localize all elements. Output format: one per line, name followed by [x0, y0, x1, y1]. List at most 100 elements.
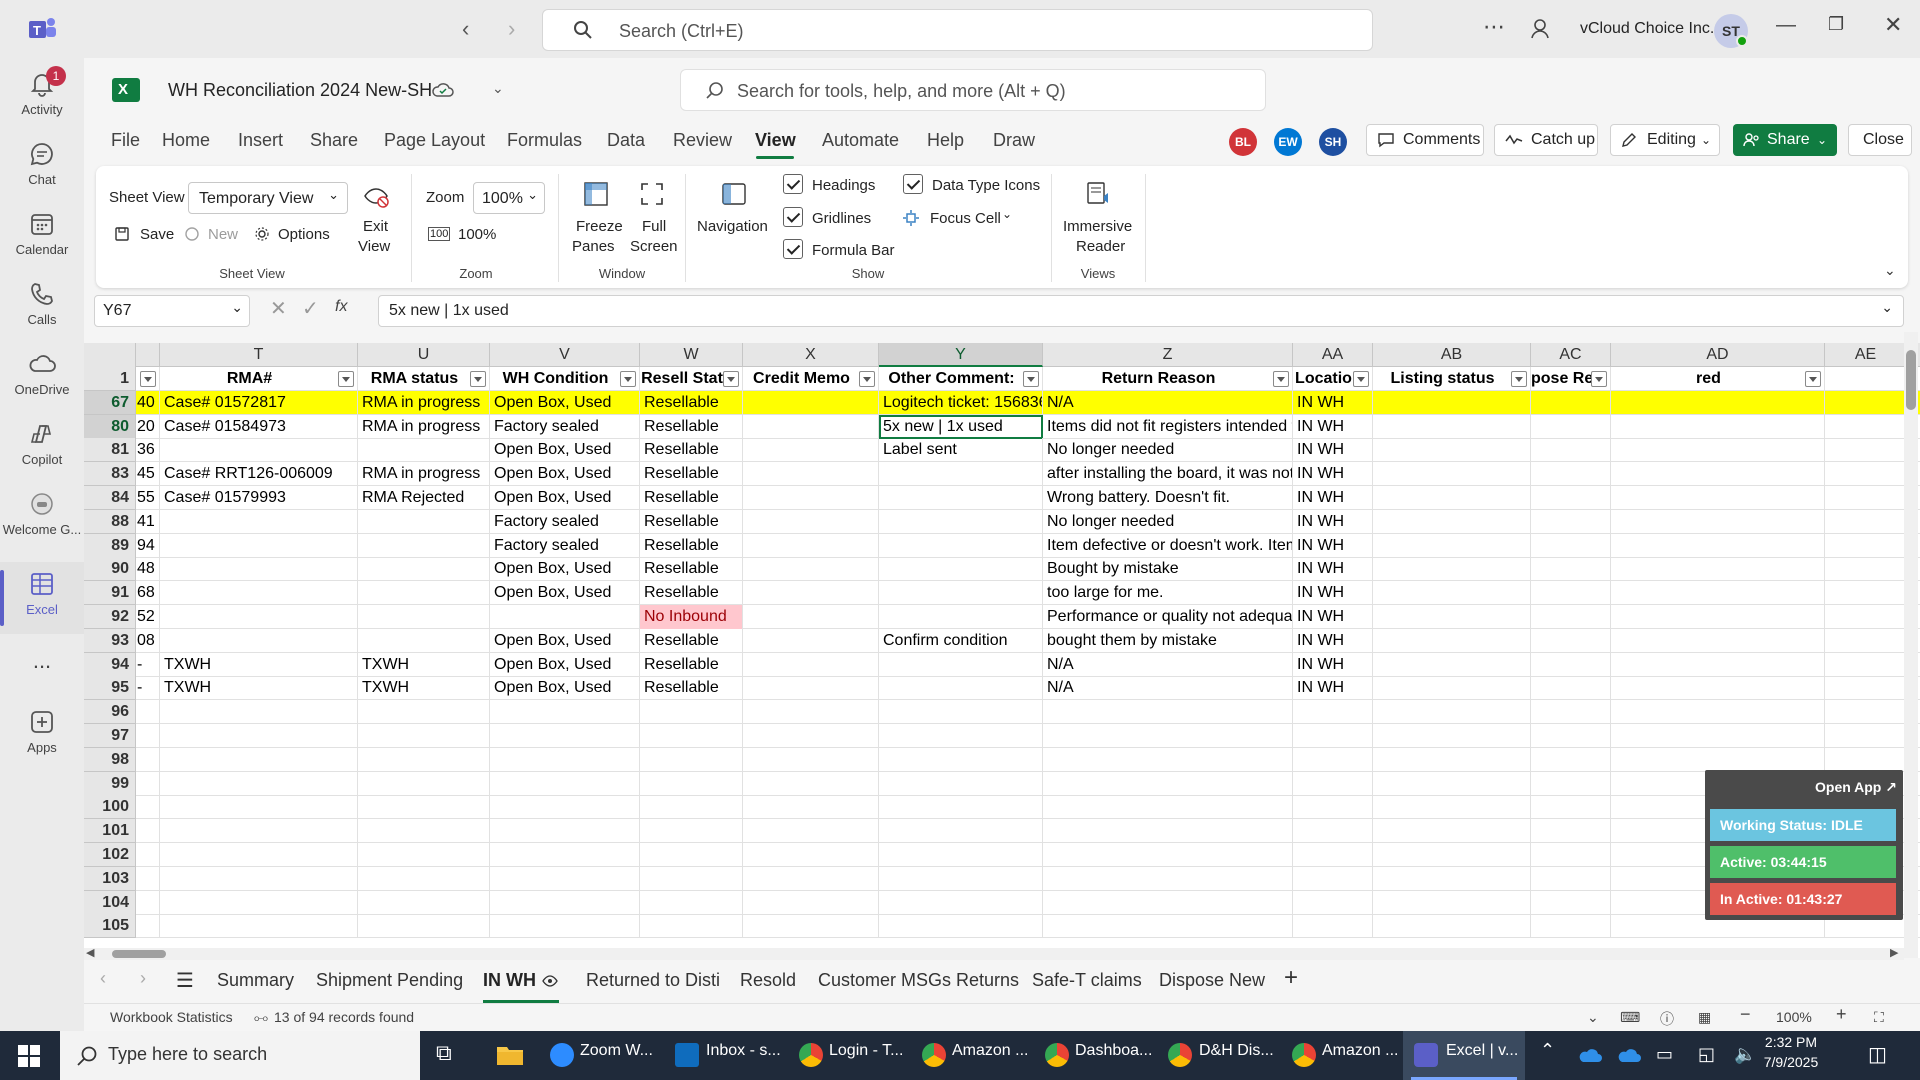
table-cell[interactable] [358, 533, 490, 558]
table-cell[interactable] [1373, 390, 1531, 415]
table-cell[interactable] [1611, 676, 1825, 701]
cancel-edit-icon[interactable]: ✕ [270, 296, 287, 321]
rail-more-apps[interactable]: ... [0, 648, 84, 674]
table-cell[interactable]: Case# RRT126-006009 [160, 462, 358, 487]
table-cell[interactable]: Open Box, Used [490, 390, 640, 415]
row-header-67[interactable]: 67 [84, 390, 136, 415]
rail-chat[interactable]: Chat [0, 140, 84, 187]
table-cell[interactable] [1531, 438, 1611, 463]
table-cell[interactable] [1825, 486, 1907, 510]
table-cell[interactable]: No longer needed [1043, 509, 1293, 534]
tab-share[interactable]: Share [310, 130, 358, 151]
table-cell[interactable] [1531, 533, 1611, 558]
rail-calls[interactable]: Calls [0, 280, 84, 327]
table-cell[interactable] [743, 843, 879, 867]
table-cell[interactable] [1825, 581, 1907, 606]
table-cell[interactable] [1293, 724, 1373, 748]
table-cell[interactable] [1373, 795, 1531, 820]
column-header-z[interactable]: Z [1043, 343, 1293, 367]
table-cell[interactable] [1531, 843, 1611, 867]
row-header-103[interactable]: 103 [84, 866, 136, 891]
table-cell[interactable]: IN WH [1293, 533, 1373, 558]
table-cell[interactable] [1043, 747, 1293, 772]
table-cell[interactable] [1611, 390, 1825, 415]
table-cell[interactable] [1825, 414, 1907, 439]
table-header-cell[interactable]: WH Condition [490, 367, 640, 391]
table-cell[interactable] [358, 581, 490, 606]
table-cell[interactable] [879, 914, 1043, 939]
table-cell[interactable] [1373, 676, 1531, 701]
filter-dropdown-button[interactable] [1023, 371, 1039, 387]
table-cell[interactable] [640, 747, 743, 772]
table-cell[interactable] [743, 486, 879, 510]
table-cell[interactable] [1611, 628, 1825, 653]
row-header-100[interactable]: 100 [84, 795, 136, 820]
table-cell[interactable] [1373, 557, 1531, 582]
row-header-1[interactable]: 1 [84, 367, 136, 391]
name-box[interactable]: Y67 ⌄ [94, 295, 250, 327]
table-cell[interactable] [1293, 843, 1373, 867]
taskbar-clock-time[interactable]: 2:32 PM [1746, 1034, 1836, 1050]
tab-review[interactable]: Review [673, 130, 732, 151]
table-cell[interactable] [1531, 914, 1611, 939]
table-cell[interactable] [490, 771, 640, 796]
table-cell[interactable]: IN WH [1293, 676, 1373, 701]
table-cell[interactable] [1373, 533, 1531, 558]
table-cell[interactable] [1825, 628, 1907, 653]
table-cell[interactable]: Factory sealed [490, 533, 640, 558]
table-cell[interactable] [1293, 819, 1373, 844]
navigation-button[interactable]: Navigation [694, 180, 774, 240]
help-icon[interactable]: ⓘ [1660, 1009, 1674, 1029]
close-window-icon[interactable]: ✕ [1884, 12, 1902, 38]
table-cell[interactable] [490, 866, 640, 891]
table-cell[interactable]: IN WH [1293, 390, 1373, 415]
table-cell[interactable] [743, 866, 879, 891]
column-header-w[interactable]: W [640, 343, 743, 367]
table-cell[interactable] [160, 747, 358, 772]
table-cell[interactable] [1611, 509, 1825, 534]
table-cell[interactable]: N/A [1043, 390, 1293, 415]
onedrive-icon[interactable] [1617, 1047, 1641, 1063]
table-cell[interactable]: IN WH [1293, 509, 1373, 534]
table-cell[interactable] [160, 605, 358, 629]
taskbar-search-box[interactable]: Type here to search [60, 1031, 420, 1080]
table-cell[interactable] [1293, 866, 1373, 891]
table-header-cell[interactable]: RMA# [160, 367, 358, 391]
sheet-tab-in-wh[interactable]: IN WH [483, 970, 536, 991]
table-cell[interactable]: after installing the board, it was not w [1043, 462, 1293, 487]
table-cell[interactable] [743, 414, 879, 439]
sheet-tab-resold[interactable]: Resold [740, 970, 796, 991]
table-cell[interactable] [358, 819, 490, 844]
all-sheets-menu-icon[interactable]: ☰ [176, 968, 194, 993]
table-cell[interactable] [160, 819, 358, 844]
formula-input[interactable]: 5x new | 1x used ⌄ [378, 295, 1904, 327]
table-cell[interactable] [1611, 533, 1825, 558]
table-cell[interactable] [358, 509, 490, 534]
table-cell[interactable] [879, 890, 1043, 915]
table-cell[interactable] [358, 747, 490, 772]
expand-formula-chevron-icon[interactable]: ⌄ [1881, 299, 1893, 316]
table-cell[interactable] [1373, 438, 1531, 463]
notifications-icon[interactable]: ◫ [1868, 1042, 1887, 1067]
table-cell[interactable] [879, 605, 1043, 629]
table-cell[interactable] [358, 843, 490, 867]
table-cell[interactable]: Items did not fit registers intended fo [1043, 414, 1293, 439]
table-cell[interactable] [1825, 533, 1907, 558]
table-cell[interactable] [1373, 652, 1531, 677]
table-cell[interactable] [743, 509, 879, 534]
formula-bar-checkbox[interactable] [783, 239, 803, 259]
tab-home[interactable]: Home [162, 130, 210, 151]
table-cell[interactable]: RMA in progress [358, 390, 490, 415]
horizontal-scrollbar[interactable] [84, 948, 1904, 960]
table-cell[interactable]: Resellable [640, 462, 743, 487]
table-cell[interactable] [1531, 414, 1611, 439]
row-header-95[interactable]: 95 [84, 676, 136, 701]
table-cell[interactable]: Resellable [640, 438, 743, 463]
table-cell[interactable] [1825, 652, 1907, 677]
table-cell[interactable] [1531, 771, 1611, 796]
table-cell[interactable] [743, 890, 879, 915]
table-cell[interactable] [358, 724, 490, 748]
table-cell[interactable] [1373, 771, 1531, 796]
open-app-link[interactable]: Open App ↗ [1815, 779, 1897, 796]
table-cell[interactable]: too large for me. [1043, 581, 1293, 606]
